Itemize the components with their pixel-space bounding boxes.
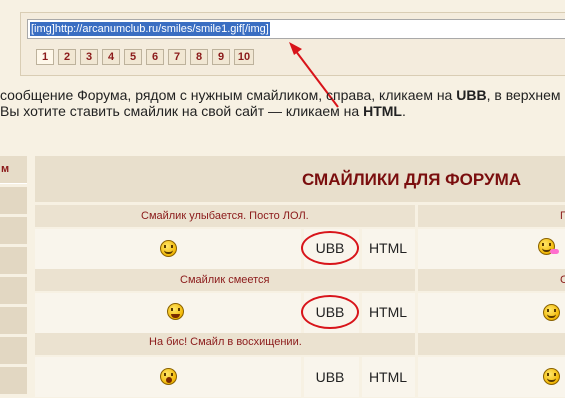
row-caption-right: С	[560, 274, 565, 286]
left-nav-item[interactable]	[0, 187, 27, 214]
left-nav-header: м	[0, 156, 27, 184]
left-nav-item[interactable]	[0, 337, 27, 364]
left-nav-item[interactable]	[0, 217, 27, 244]
row-caption: Смайлик смеется	[180, 274, 270, 286]
page-button-6[interactable]: 6	[146, 49, 164, 65]
left-nav-column: м	[0, 156, 27, 394]
row-caption: Смайлик улыбается. Посто ЛОЛ.	[141, 210, 309, 222]
page-button-2[interactable]: 2	[58, 49, 76, 65]
table-title: СМАЙЛИКИ ДЛЯ ФОРУМА	[302, 170, 522, 189]
html-button[interactable]: HTML	[361, 369, 415, 385]
page-button-3[interactable]: 3	[80, 49, 98, 65]
tongue-icon	[550, 249, 559, 254]
instruction-line-2: Вы хотите ставить смайлик на свой сайт —…	[0, 103, 406, 119]
row-caption-cell-right	[418, 269, 565, 291]
page-button-10[interactable]: 10	[234, 49, 254, 65]
smiley-icon	[543, 368, 560, 385]
left-nav-item[interactable]	[0, 367, 27, 394]
page-button-9[interactable]: 9	[212, 49, 230, 65]
instruction-ubb-word: UBB	[456, 87, 487, 103]
left-nav-item[interactable]	[0, 277, 27, 304]
smiley-icon	[543, 304, 560, 321]
instruction-html-word: HTML	[363, 103, 402, 119]
html-button[interactable]: HTML	[361, 304, 415, 320]
instruction-line-2-tail: .	[401, 103, 406, 119]
instruction-line-2-text: Вы хотите ставить смайлик на свой сайт —…	[0, 103, 364, 119]
page-button-7[interactable]: 7	[168, 49, 186, 65]
annotation-circle	[301, 231, 359, 265]
laughing-smiley-icon	[167, 303, 184, 320]
ubb-button[interactable]: UBB	[303, 369, 357, 385]
grin-smiley-icon	[160, 240, 177, 257]
row-caption-cell-right	[418, 333, 565, 355]
instruction-line-1: сообщение Форума, рядом с нужным смайлик…	[0, 87, 561, 103]
smiley-pager: 1 2 3 4 5 6 7 8 9 10	[36, 49, 254, 65]
page-button-5[interactable]: 5	[124, 49, 142, 65]
left-nav-item[interactable]	[0, 307, 27, 334]
html-button[interactable]: HTML	[361, 240, 415, 256]
left-nav-item[interactable]	[0, 247, 27, 274]
row-caption-cell-right	[418, 205, 565, 227]
bbcode-input[interactable]: [img]http://arcanumclub.ru/smiles/smile1…	[27, 19, 565, 39]
page-button-4[interactable]: 4	[102, 49, 120, 65]
annotation-circle	[301, 295, 359, 329]
amazed-smiley-icon	[160, 368, 177, 385]
bbcode-selected-text[interactable]: [img]http://arcanumclub.ru/smiles/smile1…	[30, 22, 270, 36]
instruction-line-1-text: сообщение Форума, рядом с нужным смайлик…	[0, 87, 457, 103]
row-caption-right: П	[560, 210, 565, 222]
instruction-line-1-tail: , в верхнем	[486, 87, 561, 103]
page-button-8[interactable]: 8	[190, 49, 208, 65]
page-button-1[interactable]: 1	[36, 49, 54, 65]
row-caption: На бис! Смайл в восхищении.	[149, 336, 302, 348]
